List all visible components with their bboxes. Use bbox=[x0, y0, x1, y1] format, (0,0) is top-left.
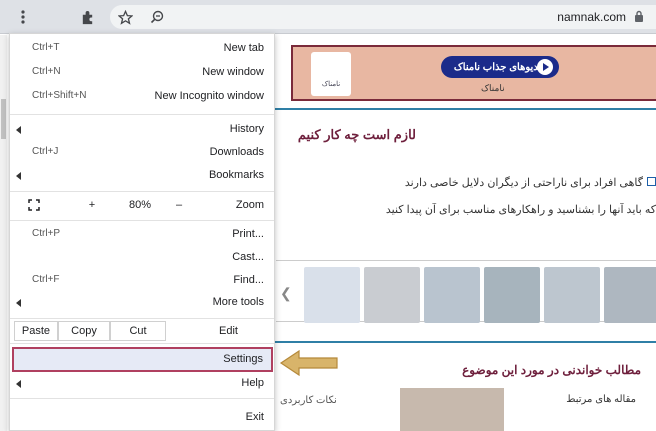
menu-divider bbox=[10, 318, 274, 319]
submenu-arrow-icon bbox=[16, 380, 21, 388]
menu-edit-row: Paste Copy Cut Edit bbox=[10, 320, 274, 342]
menu-item-exit[interactable]: Exit bbox=[10, 407, 274, 429]
menu-item-print[interactable]: Print... Ctrl+P bbox=[10, 224, 274, 246]
fullscreen-icon[interactable] bbox=[16, 195, 52, 215]
menu-zoom-row: + 80% – Zoom bbox=[10, 194, 274, 218]
annotation-arrow-icon bbox=[279, 349, 338, 377]
ad-subtitle: نامناک bbox=[481, 83, 505, 93]
carousel-prev-icon[interactable]: ❮ bbox=[280, 285, 292, 302]
cut-button[interactable]: Cut bbox=[110, 321, 166, 341]
submenu-arrow-icon bbox=[16, 126, 21, 134]
related-subtitle[interactable]: مقاله های مرتبط bbox=[566, 394, 636, 405]
menu-item-bookmarks[interactable]: Bookmarks bbox=[10, 165, 274, 187]
zoom-out-button[interactable]: – bbox=[168, 195, 190, 215]
menu-dots-icon[interactable] bbox=[12, 6, 34, 28]
scrollbar-thumb[interactable] bbox=[1, 99, 6, 139]
browser-toolbar: namnak.com bbox=[0, 0, 656, 34]
ad-video-button[interactable]: ویدیوهای جذاب نامناک bbox=[441, 56, 559, 78]
article-paragraph-line-1: گاهی افراد برای ناراحتی از دیگران دلایل … bbox=[276, 176, 656, 189]
image-carousel[interactable]: ❮ bbox=[276, 260, 656, 323]
page-scrollbar[interactable] bbox=[0, 35, 7, 431]
carousel-thumb[interactable] bbox=[364, 267, 420, 323]
menu-item-cast[interactable]: Cast... bbox=[10, 247, 274, 269]
url-text[interactable]: namnak.com bbox=[557, 10, 626, 24]
submenu-arrow-icon bbox=[16, 299, 21, 307]
menu-item-new-window[interactable]: New window Ctrl+N bbox=[10, 62, 274, 84]
menu-item-find[interactable]: Find... Ctrl+F bbox=[10, 270, 274, 292]
menu-divider bbox=[10, 114, 274, 115]
menu-divider bbox=[10, 220, 274, 221]
related-left-text[interactable]: نکات کاربردی bbox=[280, 395, 337, 406]
zoom-icon[interactable] bbox=[146, 6, 168, 28]
zoom-label: Zoom bbox=[235, 199, 264, 211]
play-icon bbox=[537, 59, 553, 75]
section-divider bbox=[273, 108, 656, 110]
ad-pill-label: ویدیوهای جذاب نامناک bbox=[453, 61, 547, 73]
ad-banner[interactable]: نامناک ویدیوهای جذاب نامناک نامناک bbox=[291, 45, 656, 101]
carousel-thumb[interactable] bbox=[484, 267, 540, 323]
article-paragraph-line-2: که باید آنها را بشناسید و راهکارهای مناس… bbox=[385, 204, 656, 216]
copy-button[interactable]: Copy bbox=[58, 321, 110, 341]
article-heading: ل‍ازم است چه کار کن‍ی‍م bbox=[297, 127, 416, 142]
menu-divider bbox=[10, 343, 274, 344]
menu-item-help[interactable]: Help bbox=[10, 373, 274, 395]
paste-button[interactable]: Paste bbox=[14, 321, 58, 341]
chrome-main-menu: New tab Ctrl+T New window Ctrl+N New Inc… bbox=[9, 33, 275, 431]
carousel-thumb[interactable] bbox=[604, 267, 656, 323]
menu-item-new-incognito[interactable]: New Incognito window Ctrl+Shift+N bbox=[10, 86, 274, 108]
puzzle-extensions-icon[interactable] bbox=[76, 6, 98, 28]
omnibox[interactable]: namnak.com bbox=[110, 5, 656, 29]
related-title[interactable]: مطالب خواندنی در مورد این موضوع bbox=[462, 363, 641, 377]
zoom-level: 80% bbox=[128, 199, 152, 211]
lock-icon[interactable] bbox=[634, 10, 644, 22]
bookmark-star-icon[interactable] bbox=[114, 6, 136, 28]
edit-label: Edit bbox=[219, 325, 238, 337]
browser-window: namnak.com نامناک ویدیوهای جذاب نامناک ن… bbox=[0, 0, 656, 431]
menu-item-more-tools[interactable]: More tools bbox=[10, 292, 274, 314]
submenu-arrow-icon bbox=[16, 172, 21, 180]
zoom-in-button[interactable]: + bbox=[72, 195, 112, 215]
carousel-thumb[interactable] bbox=[544, 267, 600, 323]
menu-item-new-tab[interactable]: New tab Ctrl+T bbox=[10, 38, 274, 60]
carousel-thumb[interactable] bbox=[304, 267, 360, 323]
menu-item-downloads[interactable]: Downloads Ctrl+J bbox=[10, 142, 274, 164]
bullet-icon bbox=[647, 177, 656, 186]
menu-divider bbox=[10, 191, 274, 192]
menu-item-settings[interactable]: Settings bbox=[12, 347, 273, 372]
menu-divider bbox=[10, 398, 274, 399]
carousel-thumb[interactable] bbox=[424, 267, 480, 323]
ad-logo: نامناک bbox=[311, 52, 351, 96]
related-image[interactable] bbox=[400, 388, 504, 431]
menu-item-history[interactable]: History bbox=[10, 119, 274, 141]
